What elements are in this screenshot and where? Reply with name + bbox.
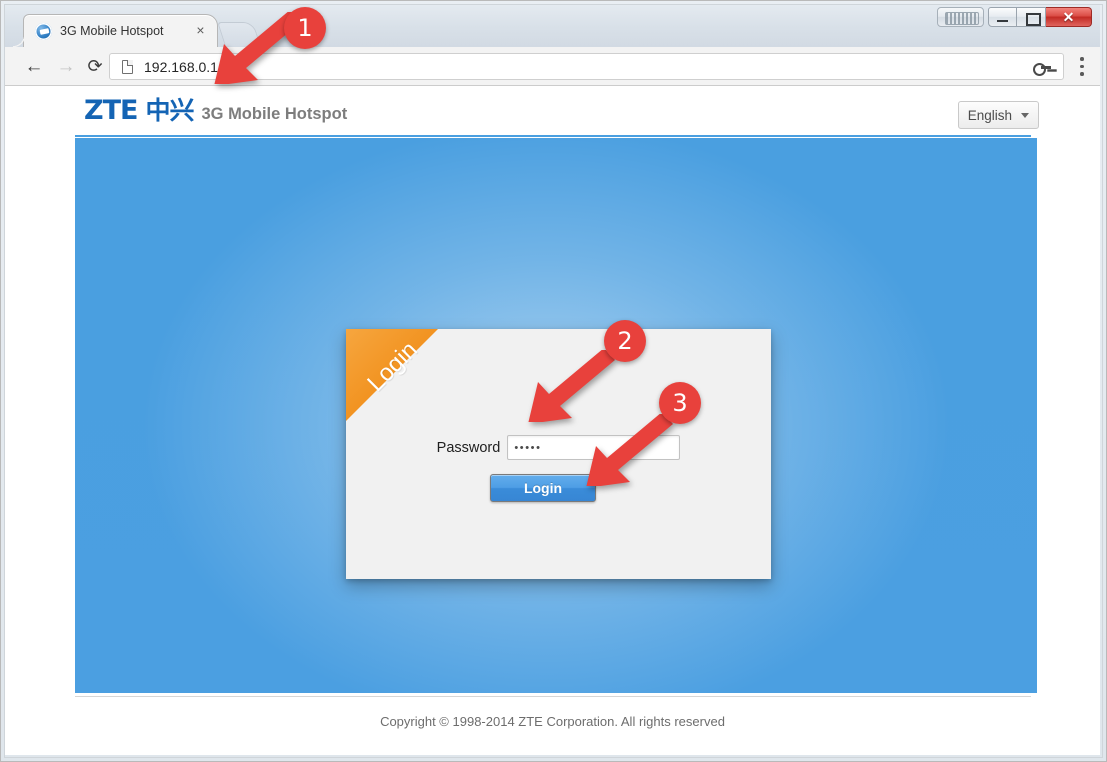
password-label: Password	[436, 439, 501, 456]
page-icon	[122, 59, 134, 74]
login-card: Login Password ••••• Login	[346, 329, 771, 579]
language-selector[interactable]: English	[957, 101, 1039, 129]
tab-title: 3G Mobile Hotspot	[60, 24, 164, 38]
password-value: •••••	[514, 441, 542, 454]
window-controls	[988, 7, 1092, 27]
address-bar[interactable]: 192.168.0.1	[109, 53, 1064, 80]
back-icon[interactable]: ←	[22, 55, 46, 79]
key-icon[interactable]	[1033, 60, 1051, 76]
password-input[interactable]: •••••	[507, 435, 681, 460]
forward-icon[interactable]: →	[54, 55, 78, 79]
tab-strip: 3G Mobile Hotspot ×	[5, 5, 1100, 48]
page-header: ZTE 中兴 3G Mobile Hotspot English	[5, 86, 1100, 138]
chevron-down-icon	[1021, 112, 1029, 118]
product-title: 3G Mobile Hotspot	[201, 105, 348, 123]
url-text: 192.168.0.1	[144, 59, 218, 75]
language-label: English	[967, 107, 1012, 123]
password-row: Password •••••	[346, 435, 771, 460]
kebab-menu-icon[interactable]	[1080, 57, 1084, 76]
login-stage: Login Password ••••• Login	[75, 138, 1037, 693]
browser-toolbar: ← → ⟳ 192.168.0.1	[5, 47, 1100, 86]
copyright-text: Copyright © 1998-2014 ZTE Corporation. A…	[380, 714, 725, 729]
globe-icon	[35, 23, 52, 40]
browser-tab[interactable]: 3G Mobile Hotspot ×	[13, 14, 218, 48]
window-group-icon[interactable]	[937, 7, 984, 27]
brand-logo: ZTE 中兴 3G Mobile Hotspot	[84, 97, 347, 128]
reload-icon[interactable]: ⟳	[83, 55, 107, 79]
footer-divider	[75, 696, 1031, 697]
maximize-icon[interactable]	[1017, 7, 1046, 27]
brand-chinese-text: 中兴	[145, 96, 194, 125]
brand-zte-text: ZTE	[84, 95, 138, 126]
screenshot-root: 3G Mobile Hotspot × ← → ⟳ 192.168.0.1 ZT…	[0, 0, 1107, 762]
minimize-icon[interactable]	[988, 7, 1017, 27]
page-viewport: ZTE 中兴 3G Mobile Hotspot English Login P…	[5, 86, 1100, 755]
new-tab-button[interactable]	[217, 22, 261, 46]
login-button[interactable]: Login	[490, 474, 596, 502]
close-icon[interactable]: ×	[193, 23, 208, 38]
close-window-icon[interactable]	[1046, 7, 1092, 27]
header-divider	[75, 135, 1031, 137]
